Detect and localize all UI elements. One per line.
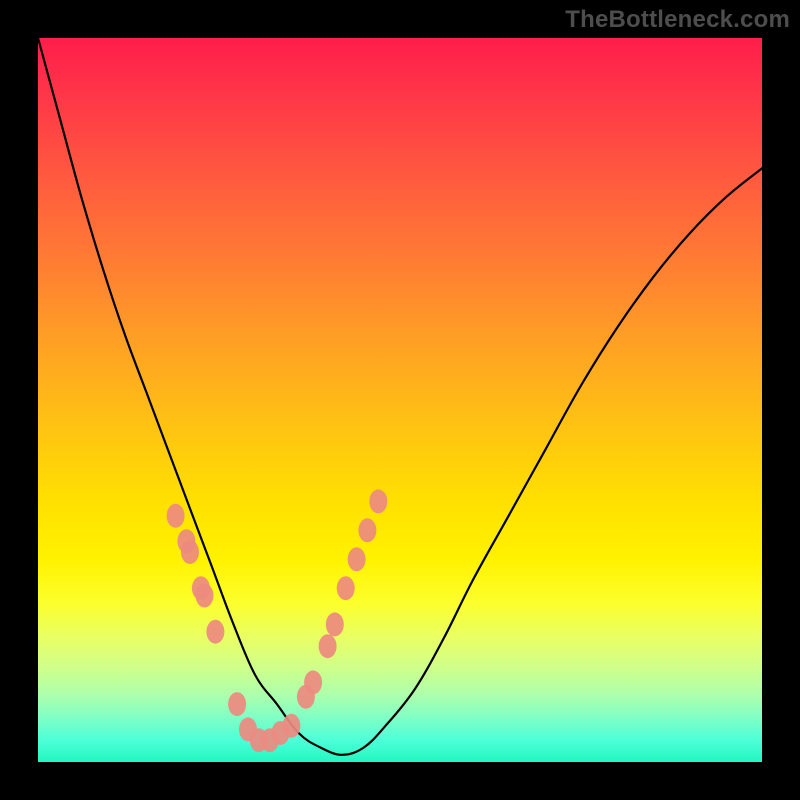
markers-left bbox=[167, 504, 268, 753]
marker-dot bbox=[326, 612, 344, 636]
curve-line bbox=[38, 38, 762, 755]
chart-svg bbox=[38, 38, 762, 762]
markers-right bbox=[261, 489, 388, 752]
marker-dot bbox=[228, 692, 246, 716]
marker-dot bbox=[369, 489, 387, 513]
marker-dot bbox=[358, 518, 376, 542]
plot-area bbox=[38, 38, 762, 762]
chart-frame: TheBottleneck.com bbox=[0, 0, 800, 800]
marker-dot bbox=[348, 547, 366, 571]
marker-dot bbox=[337, 576, 355, 600]
marker-dot bbox=[167, 504, 185, 528]
marker-dot bbox=[282, 714, 300, 738]
watermark-text: TheBottleneck.com bbox=[565, 6, 790, 34]
marker-dot bbox=[304, 670, 322, 694]
marker-dot bbox=[181, 540, 199, 564]
marker-dot bbox=[196, 584, 214, 608]
marker-dot bbox=[206, 620, 224, 644]
marker-dot bbox=[319, 634, 337, 658]
